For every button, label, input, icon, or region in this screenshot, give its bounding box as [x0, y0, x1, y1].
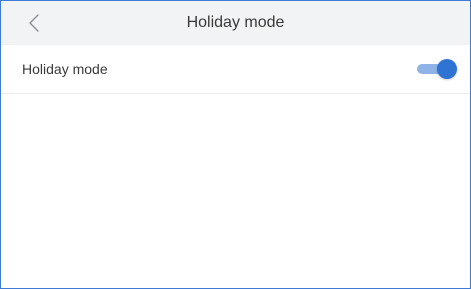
settings-window: Holiday mode Holiday mode [0, 0, 471, 289]
holiday-mode-row: Holiday mode [1, 45, 470, 94]
holiday-mode-label: Holiday mode [22, 61, 108, 77]
header-bar: Holiday mode [1, 1, 470, 45]
toggle-knob [437, 59, 457, 79]
page-title: Holiday mode [186, 14, 285, 31]
holiday-mode-toggle[interactable] [417, 59, 457, 79]
